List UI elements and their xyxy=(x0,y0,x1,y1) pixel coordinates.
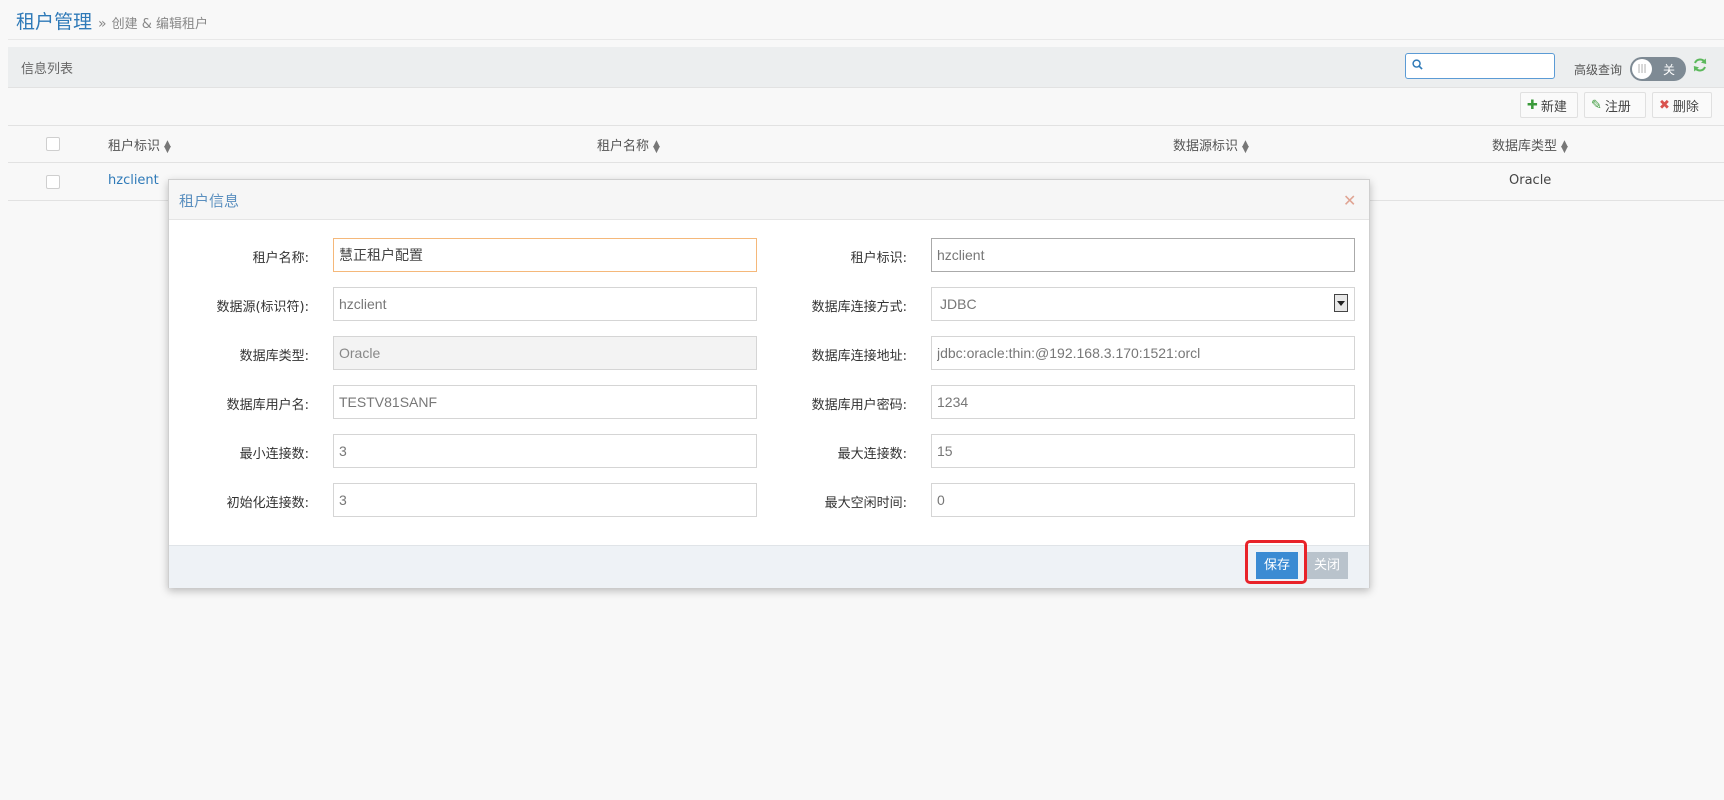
page-header: 租户管理 » 创建 & 编辑租户 xyxy=(0,0,1724,40)
page-title: 租户管理 xyxy=(16,11,93,33)
sort-icon: ▲ ▼ xyxy=(1561,138,1568,155)
tenant-id-label: 租户标识: xyxy=(850,251,907,266)
dialog-header: 租户信息 ✕ xyxy=(169,180,1369,220)
plus-icon: ✚ xyxy=(1527,97,1538,113)
breadcrumb-separator: » xyxy=(98,16,107,32)
init-conn-label: 初始化连接数: xyxy=(226,496,309,511)
new-button-label: 新建 xyxy=(1540,99,1567,115)
register-button-label: 注册 xyxy=(1604,99,1631,115)
dialog-title: 租户信息 xyxy=(179,192,240,210)
save-button[interactable]: 保存 xyxy=(1256,552,1298,579)
toolbar xyxy=(8,88,1724,126)
column-label: 租户标识 xyxy=(108,139,161,154)
tenant-name-label: 租户名称: xyxy=(252,251,309,266)
header-divider xyxy=(8,39,1724,40)
datasource-input[interactable] xyxy=(333,287,757,321)
column-label: 数据库类型 xyxy=(1492,139,1558,154)
max-conn-label: 最大连接数: xyxy=(837,447,907,462)
select-all-checkbox[interactable] xyxy=(46,137,60,151)
sort-icon: ▲ ▼ xyxy=(164,138,171,155)
min-conn-label: 最小连接数: xyxy=(239,447,309,462)
datasource-label: 数据源(标识符): xyxy=(216,300,309,315)
pencil-icon: ✎ xyxy=(1591,97,1602,113)
chevron-down-icon[interactable] xyxy=(1334,294,1348,312)
search-icon xyxy=(1412,59,1423,70)
column-header-datasource-id[interactable]: 数据源标识 ▲ ▼ xyxy=(1173,135,1249,154)
column-label: 数据源标识 xyxy=(1173,139,1239,154)
column-header-db-type[interactable]: 数据库类型 ▲ ▼ xyxy=(1492,135,1568,154)
table-header xyxy=(8,126,1724,163)
init-conn-input[interactable] xyxy=(333,483,757,517)
max-idle-label: 最大空闲时间: xyxy=(824,496,907,511)
breadcrumb: » 创建 & 编辑租户 xyxy=(98,13,208,32)
dialog-footer xyxy=(169,545,1369,588)
db-password-input[interactable] xyxy=(931,385,1355,419)
search-box[interactable] xyxy=(1405,53,1555,79)
x-icon: ✖ xyxy=(1659,97,1670,113)
panel-title: 信息列表 xyxy=(21,62,74,77)
search-input[interactable] xyxy=(1428,56,1552,78)
register-button[interactable]: ✎ 注册 xyxy=(1584,92,1646,118)
tenant-info-dialog: 租户信息 ✕ 租户名称: 租户标识: 数据源(标识符): 数据库连接方式: JD… xyxy=(168,179,1370,588)
db-user-input[interactable] xyxy=(333,385,757,419)
cell-db-type: Oracle xyxy=(1509,173,1552,188)
close-button[interactable]: 关闭 xyxy=(1306,552,1348,579)
max-conn-input[interactable] xyxy=(931,434,1355,468)
db-user-label: 数据库用户名: xyxy=(226,398,309,413)
refresh-icon[interactable] xyxy=(1692,57,1708,73)
tenant-id-input[interactable] xyxy=(931,238,1355,272)
row-checkbox[interactable] xyxy=(46,175,60,189)
column-header-tenant-name[interactable]: 租户名称 ▲ ▼ xyxy=(597,135,660,154)
column-label: 租户名称 xyxy=(597,139,650,154)
db-url-input[interactable] xyxy=(931,336,1355,370)
toggle-knob-icon: ||| xyxy=(1632,59,1652,79)
db-type-label: 数据库类型: xyxy=(239,349,309,364)
sort-icon: ▲ ▼ xyxy=(653,138,660,155)
min-conn-input[interactable] xyxy=(333,434,757,468)
advanced-search-toggle[interactable]: ||| 关 xyxy=(1630,57,1686,81)
advanced-search-label: 高级查询 xyxy=(1574,63,1623,77)
new-button[interactable]: ✚ 新建 xyxy=(1520,92,1578,118)
max-idle-input[interactable] xyxy=(931,483,1355,517)
sort-icon: ▲ ▼ xyxy=(1242,138,1249,155)
toggle-state: 关 xyxy=(1663,63,1676,77)
delete-button-label: 删除 xyxy=(1672,99,1699,115)
db-type-input xyxy=(333,336,757,370)
cell-tenant-id[interactable]: hzclient xyxy=(108,173,159,188)
conn-method-select[interactable]: JDBC xyxy=(931,287,1355,321)
tenant-name-input[interactable] xyxy=(333,238,757,272)
breadcrumb-item[interactable]: 创建 & 编辑租户 xyxy=(112,17,208,32)
conn-method-value: JDBC xyxy=(940,296,977,312)
db-password-label: 数据库用户密码: xyxy=(811,398,907,413)
conn-method-label: 数据库连接方式: xyxy=(811,300,907,315)
db-url-label: 数据库连接地址: xyxy=(811,349,907,364)
column-header-tenant-id[interactable]: 租户标识 ▲ ▼ xyxy=(108,135,171,154)
delete-button[interactable]: ✖ 删除 xyxy=(1652,92,1712,118)
close-icon[interactable]: ✕ xyxy=(1343,191,1356,210)
